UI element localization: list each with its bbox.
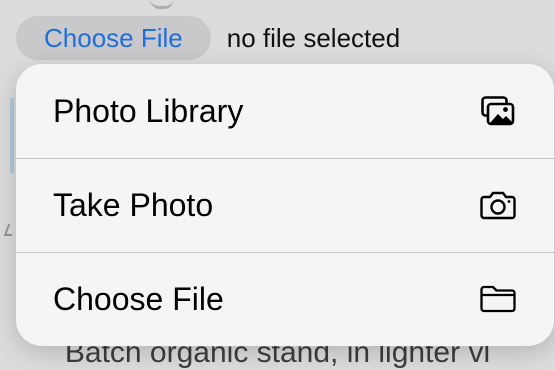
- menu-item-take-photo[interactable]: Take Photo: [16, 158, 554, 252]
- camera-icon: [476, 185, 520, 225]
- background-left-bar: [10, 98, 14, 173]
- background-left-mark: [3, 224, 17, 236]
- menu-item-label: Photo Library: [53, 92, 244, 129]
- file-source-menu: Photo Library Take Photo Choose File: [16, 64, 554, 346]
- photo-library-icon: [476, 91, 520, 131]
- menu-item-choose-file[interactable]: Choose File: [16, 252, 554, 346]
- background-text-fragment: [150, 0, 174, 9]
- choose-file-button[interactable]: Choose File: [16, 16, 211, 60]
- menu-item-photo-library[interactable]: Photo Library: [16, 64, 554, 158]
- file-input: Choose File no file selected: [16, 15, 400, 61]
- file-status-text: no file selected: [226, 22, 401, 53]
- folder-icon: [476, 279, 520, 319]
- menu-item-label: Choose File: [53, 280, 224, 317]
- menu-item-label: Take Photo: [53, 186, 214, 223]
